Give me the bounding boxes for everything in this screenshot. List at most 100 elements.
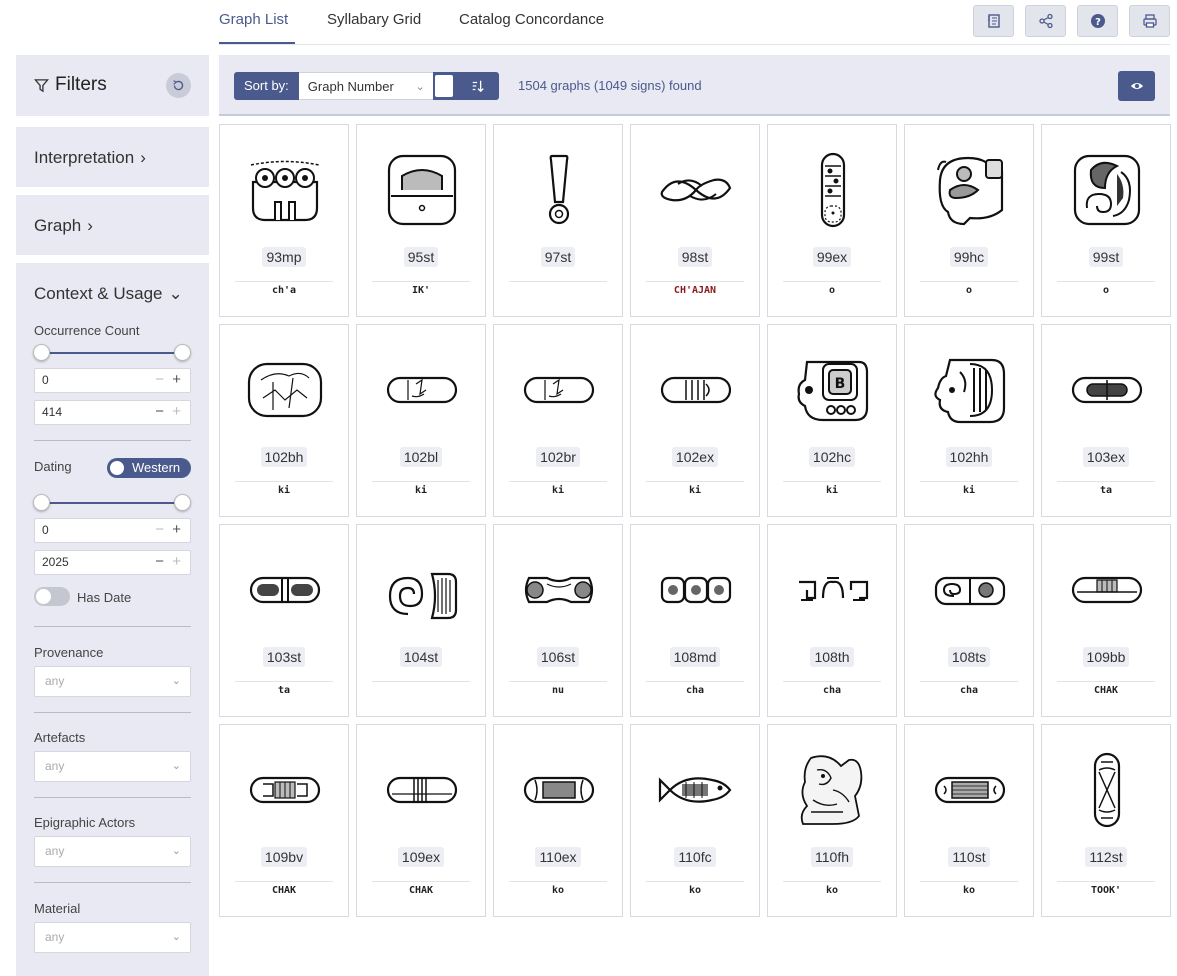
sign-reading: CHAK [408,885,434,896]
divider [235,281,333,282]
divider [372,281,470,282]
glyph-image [660,376,732,404]
graph-card[interactable]: 106st nu [493,524,623,717]
divider [646,281,744,282]
graph-card[interactable]: 99ex o [767,124,897,317]
graph-card[interactable]: 108th cha [767,524,897,717]
divider [783,281,881,282]
sort-field-select[interactable]: Graph Number ⌄ [298,72,433,100]
graph-number: 103ex [1082,447,1130,467]
graph-card[interactable]: 98st CH'AJAN [630,124,760,317]
dating-max-input[interactable]: 2025 − + [34,550,191,575]
graph-card[interactable]: 97st [493,124,623,317]
graph-card[interactable]: 102bh ki [219,324,349,517]
graph-card[interactable]: 110ex ko [493,724,623,917]
tab-graph-list[interactable]: Graph List [219,11,288,28]
graph-card[interactable]: 102br ki [493,324,623,517]
epigraphic-actors-select[interactable]: any ⌄ [34,836,191,867]
artefacts-select[interactable]: any ⌄ [34,751,191,782]
occurrence-slider-track[interactable] [42,352,182,354]
dating-min-handle[interactable] [33,494,50,511]
graph-card[interactable]: 102hh ki [904,324,1034,517]
divider [34,797,191,798]
increment-icon[interactable]: + [172,369,181,391]
decrement-icon[interactable]: − [155,401,164,423]
graph-card[interactable]: 99hc o [904,124,1034,317]
graph-card[interactable]: 103st ta [219,524,349,717]
dating-western-toggle[interactable]: Western [107,458,191,478]
graph-card[interactable]: 110fc ko [630,724,760,917]
divider [1057,481,1155,482]
graph-number: 110st [948,847,990,867]
sort-by-label: Sort by: [234,72,299,100]
context-usage-toggle[interactable]: Context & Usage ⌄ [34,284,183,304]
provenance-select[interactable]: any ⌄ [34,666,191,697]
occurrence-max-input[interactable]: 414 − + [34,400,191,425]
eye-icon [1130,82,1143,90]
sign-reading: cha [959,685,979,696]
glyph-image [249,576,321,604]
glyph-image: B [797,360,869,422]
share-button[interactable] [1025,5,1066,37]
print-button[interactable] [1129,5,1170,37]
glyph-image [386,776,458,804]
graph-number: 95st [403,247,439,267]
tab-catalog-concordance[interactable]: Catalog Concordance [459,11,604,28]
graph-number: 103st [262,647,306,667]
graph-card[interactable]: 110st ko [904,724,1034,917]
divider [509,281,607,282]
graph-card[interactable]: 108ts cha [904,524,1034,717]
divider [34,712,191,713]
occurrence-min-input[interactable]: 0 − + [34,368,191,393]
glyph-image [548,154,570,225]
dating-min-input[interactable]: 0 − + [34,518,191,543]
graph-section[interactable]: Graph › [16,195,209,255]
glyph-image [934,776,1006,804]
graph-card[interactable]: 103ex ta [1041,324,1171,517]
graph-number: 102bl [399,447,443,467]
filters-title: Filters [55,74,107,95]
graph-card[interactable]: 112st TOOK' [1041,724,1171,917]
glyph-image [249,776,321,804]
help-button[interactable]: ? [1077,5,1118,37]
dating-max-handle[interactable] [174,494,191,511]
occurrence-min-handle[interactable] [33,344,50,361]
decrement-icon[interactable]: − [155,551,164,573]
increment-icon[interactable]: + [172,519,181,541]
material-select[interactable]: any ⌄ [34,922,191,953]
tab-syllabary-grid[interactable]: Syllabary Grid [327,11,421,28]
toggle-visibility-button[interactable] [1118,71,1155,101]
graph-card[interactable]: 102bl ki [356,324,486,517]
increment-icon[interactable]: + [172,551,181,573]
graph-card[interactable]: 104st [356,524,486,717]
divider [509,681,607,682]
graph-card[interactable]: 93mp ch'a [219,124,349,317]
glyph-image [1071,376,1143,404]
graph-number: 99ex [812,247,852,267]
glyph-image [800,755,863,825]
graph-card[interactable]: 108md cha [630,524,760,717]
graph-card[interactable]: B 102hc ki [767,324,897,517]
graph-card[interactable]: 109bb CHAK [1041,524,1171,717]
has-date-toggle[interactable] [34,587,70,606]
occurrence-max-handle[interactable] [174,344,191,361]
graph-card[interactable]: 109ex CHAK [356,724,486,917]
increment-icon[interactable]: + [172,401,181,423]
graph-card[interactable]: 110fh ko [767,724,897,917]
reset-filters-button[interactable] [166,73,191,98]
dating-slider-track[interactable] [42,502,182,504]
graph-number: 110fh [811,847,853,867]
graph-card[interactable]: 99st o [1041,124,1171,317]
graph-card[interactable]: 95st IK' [356,124,486,317]
interpretation-section[interactable]: Interpretation › [16,127,209,187]
catalog-button[interactable] [973,5,1014,37]
graph-card[interactable]: 102ex ki [630,324,760,517]
sort-direction-button[interactable] [456,72,499,100]
graph-card[interactable]: 109bv CHAK [219,724,349,917]
decrement-icon[interactable]: − [155,369,164,391]
sort-secondary-toggle[interactable] [432,72,457,100]
decrement-icon[interactable]: − [155,519,164,541]
divider [783,681,881,682]
divider [646,881,744,882]
sort-controls: Sort by: Graph Number ⌄ [234,72,499,100]
